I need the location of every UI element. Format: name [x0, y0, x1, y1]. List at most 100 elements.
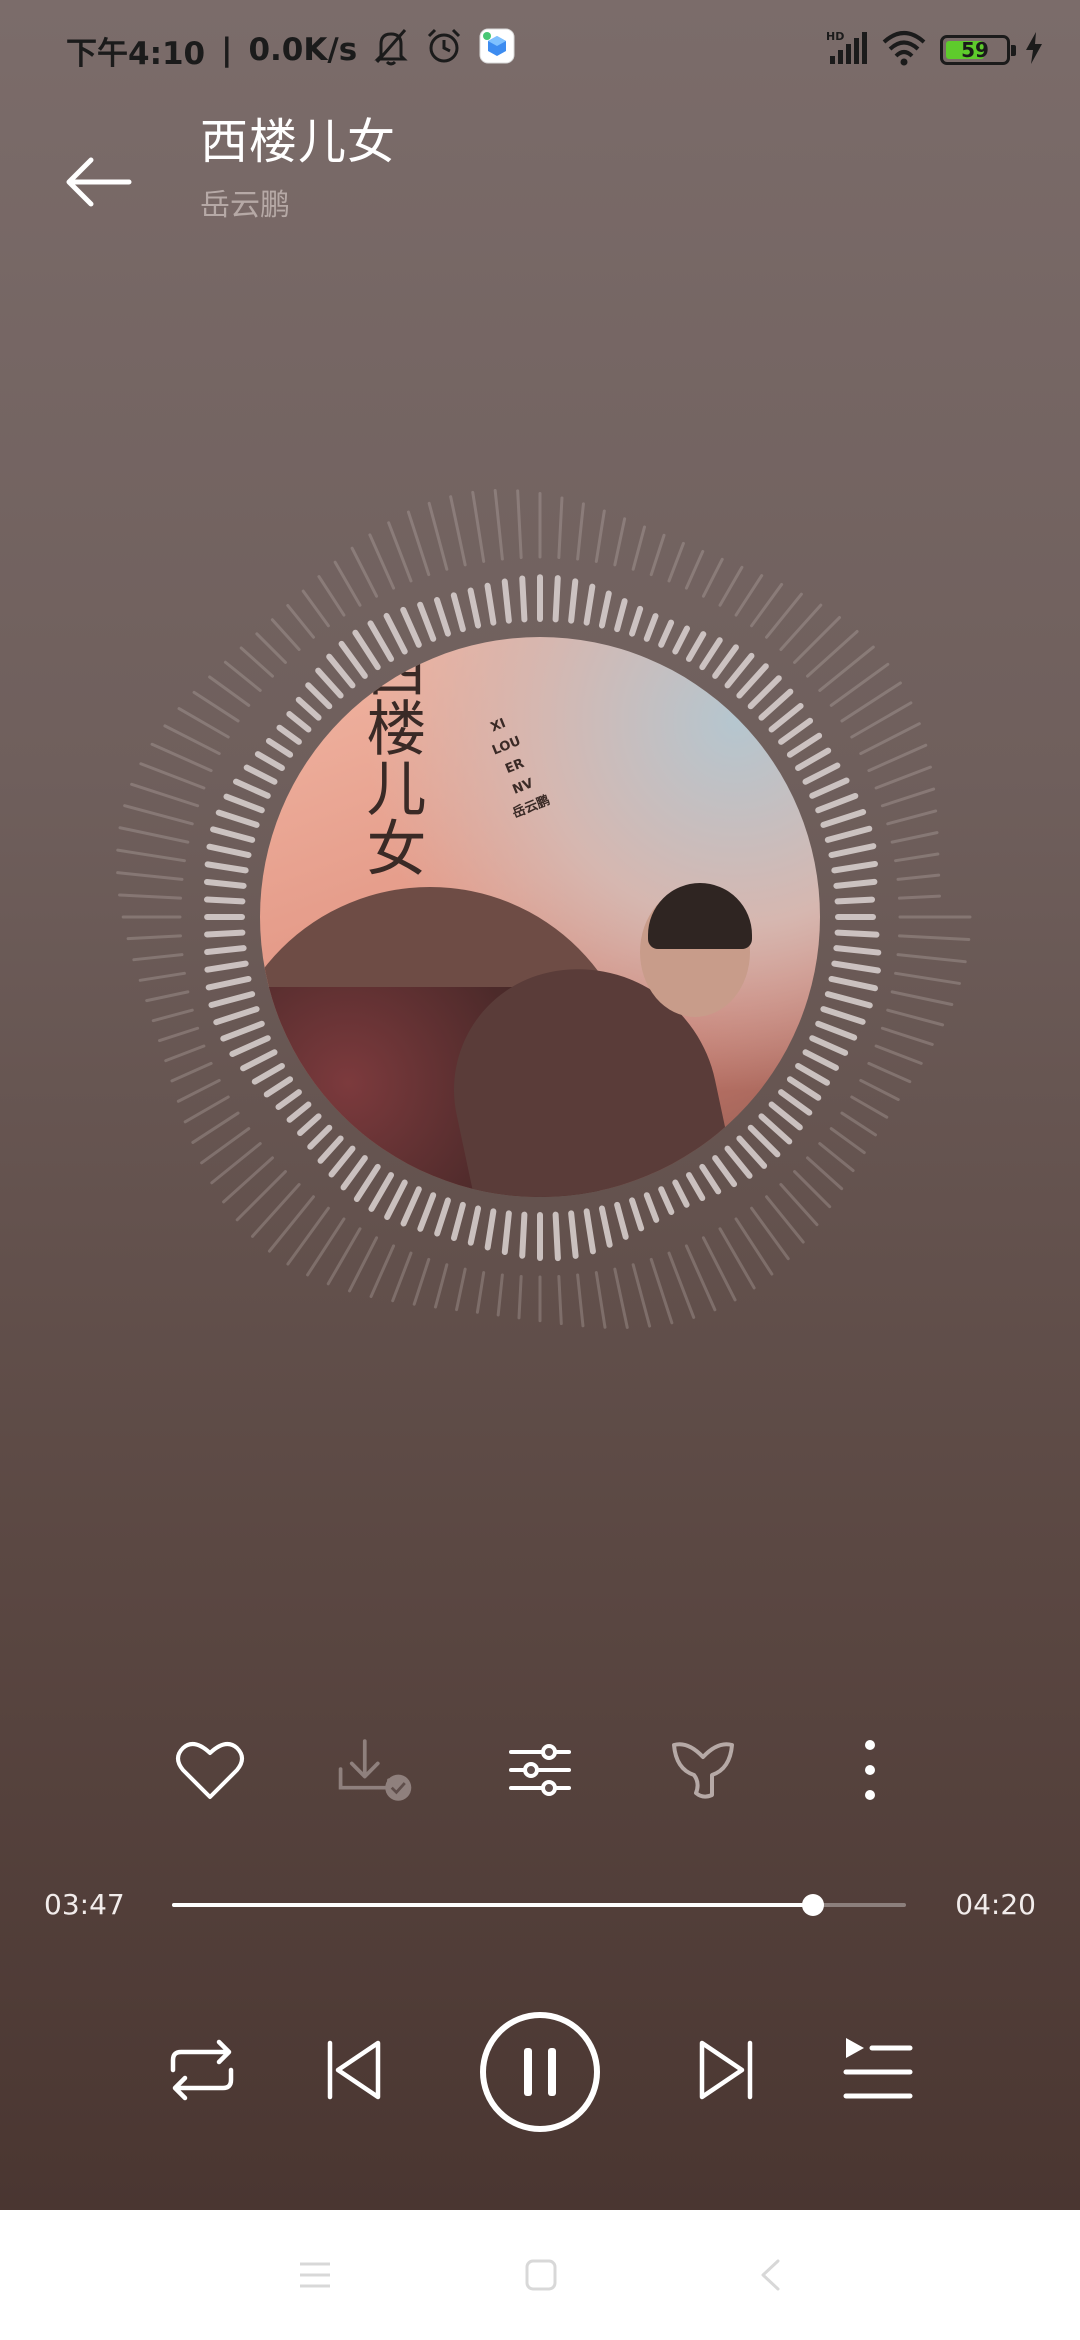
equalizer-button[interactable] [500, 1730, 580, 1810]
progress-thumb[interactable] [801, 1894, 824, 1916]
visualizer-bar [210, 826, 256, 843]
pause-button[interactable] [478, 2010, 602, 2134]
ringtone-button[interactable] [663, 1730, 743, 1810]
visualizer-ray [613, 517, 627, 567]
visualizer-ray [139, 762, 206, 790]
visualizer-ray [793, 1170, 832, 1209]
visualizer-ray [874, 1044, 923, 1065]
visualizer-ray [898, 894, 941, 900]
visualizer-ray [894, 852, 940, 863]
visualizer-ray [123, 804, 194, 826]
visualizer-bar [204, 879, 247, 889]
album-figure-hair [648, 883, 752, 949]
playlist-button[interactable] [836, 2030, 920, 2110]
visualizer-ray [684, 1244, 717, 1312]
visualizer-bar [643, 1192, 660, 1223]
visualizer-ray [874, 765, 932, 790]
next-button[interactable] [684, 2030, 768, 2110]
visualizer-bar [450, 592, 466, 633]
visualizer-ray [255, 632, 287, 664]
visualizer-bar [815, 792, 859, 814]
visualizer-bar [568, 578, 579, 624]
progress-bar[interactable] [172, 1894, 906, 1916]
visualizer-ray [191, 1111, 240, 1144]
visualizer-ray [170, 1061, 213, 1083]
visualizer-ray [896, 873, 941, 881]
visualizer-ray [475, 1271, 486, 1314]
visualizer-bar [286, 711, 312, 733]
visualizer-ray [718, 565, 744, 607]
visualizer-bar [598, 590, 612, 629]
visualizer-ray [333, 560, 362, 607]
visualizer-bar [672, 625, 691, 655]
visualizer-ray [806, 1156, 844, 1191]
visualizer-ray [368, 533, 396, 590]
visualizer-ray [151, 1008, 194, 1023]
back-nav-button[interactable] [758, 2258, 782, 2292]
home-icon [525, 2259, 557, 2291]
visualizer-bar [795, 1063, 831, 1086]
visualizer-ray [317, 575, 346, 617]
playback-controls [0, 2000, 1080, 2140]
visualizer-bar [484, 582, 497, 626]
next-icon [699, 2040, 753, 2100]
visualizer-bar [417, 1192, 437, 1232]
more-icon [865, 1740, 875, 1800]
previous-button[interactable] [312, 2030, 396, 2110]
visualizer-ray [829, 662, 890, 707]
visualizer-bar [203, 896, 246, 905]
visualizer-ray [391, 1251, 413, 1303]
album-cover-subtitle: XI LOU ER NV 岳云鹏 [476, 709, 554, 826]
visualizer-bar [815, 1020, 858, 1041]
visualizer-ray [163, 724, 221, 756]
repeat-icon [170, 2039, 234, 2101]
visualizer-ray [894, 971, 961, 985]
visualizer-bar [276, 724, 302, 745]
visualizer-ray [369, 1244, 396, 1298]
visualizer-bar [802, 762, 841, 785]
visualizer-ray [192, 690, 240, 723]
visualizer-ray [867, 1061, 912, 1084]
visualizer-bar [712, 644, 739, 679]
visualizer-ray [455, 1267, 467, 1312]
visualizer-ray [158, 1026, 200, 1043]
visualizer-ray [594, 1271, 607, 1329]
visualizer-ray [223, 660, 262, 692]
repeat-button[interactable] [160, 2030, 244, 2110]
visualizer-bar [213, 1006, 260, 1026]
more-button[interactable] [830, 1730, 910, 1810]
visualizer-ray [350, 546, 379, 598]
download-button[interactable] [335, 1730, 415, 1810]
visualizer-ray [818, 645, 875, 692]
visualizer-ray [118, 893, 182, 900]
visualizer-ray [270, 618, 301, 651]
visualizer-bar [778, 717, 814, 745]
visualizer-ray [150, 742, 213, 773]
album-art[interactable]: 西楼儿女 XI LOU ER NV 岳云鹏 [260, 637, 820, 1197]
visualizer-bar [758, 1113, 793, 1145]
visualizer-ray [557, 496, 564, 559]
visualizer-ray [886, 809, 938, 826]
visualizer-bar [786, 1076, 822, 1101]
visualizer-ray [126, 934, 182, 941]
visualizer-ray [471, 490, 486, 563]
visualizer-bar [220, 1020, 265, 1042]
visualizer-ray [516, 489, 523, 559]
visualizer-ray [859, 1078, 900, 1102]
visualizer-bar [223, 793, 265, 814]
visualizer-ray [886, 1008, 945, 1027]
visualizer-ray [649, 533, 666, 577]
total-time: 04:20 [955, 1888, 1036, 1921]
visualizer-bar [833, 878, 878, 889]
visualizer-bar [204, 929, 246, 938]
visualizer-bar [305, 682, 333, 710]
visualizer-ray [750, 582, 784, 628]
visualizer-ray [145, 990, 190, 1003]
visualizer-bar [552, 575, 561, 623]
home-button[interactable] [524, 2258, 558, 2292]
chevron-left-icon [761, 2259, 780, 2291]
recent-apps-button[interactable] [298, 2260, 332, 2290]
like-button[interactable] [170, 1730, 250, 1810]
system-nav-bar [0, 2210, 1080, 2340]
visualizer-ray [130, 782, 200, 808]
